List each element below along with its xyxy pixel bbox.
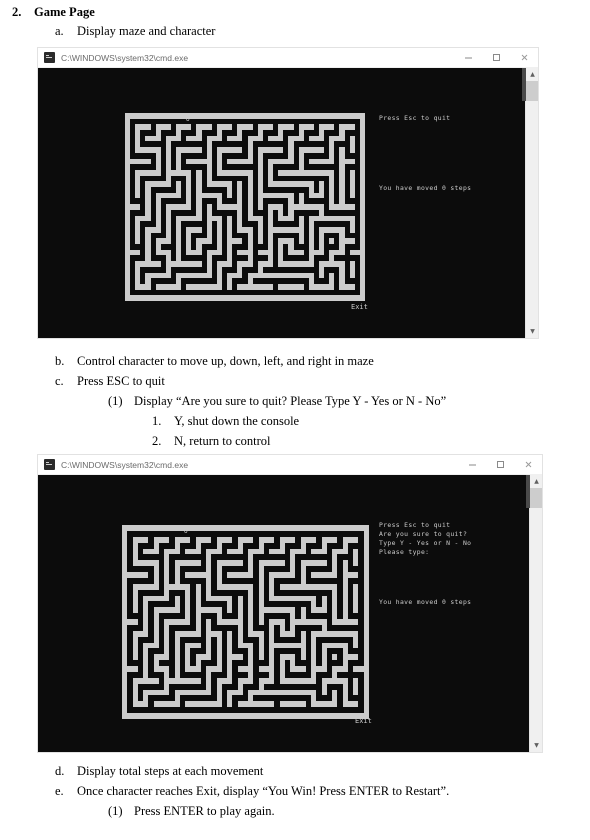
console-window-1[interactable]: C:\WINDOWS\system32\cmd.exe O Exit Press… (38, 48, 538, 338)
window-title: C:\WINDOWS\system32\cmd.exe (61, 52, 189, 63)
list-marker: d. (55, 764, 65, 778)
outline-text: Display maze and character (77, 24, 216, 38)
player-character-2: O (184, 528, 188, 535)
outline-item-display-quit-prompt: (1) Display “Are you sure to quit? Please… (0, 395, 446, 408)
exit-label-2: Exit (355, 717, 372, 725)
console-body-1: O Exit Press Esc to quit You have moved … (38, 68, 538, 338)
scroll-up-arrow[interactable]: ▲ (530, 475, 542, 488)
titlebar-1[interactable]: C:\WINDOWS\system32\cmd.exe (38, 48, 538, 68)
scroll-down-arrow[interactable]: ▼ (526, 325, 538, 338)
player-character-1: O (186, 116, 190, 123)
maze-grid-1 (125, 113, 365, 301)
titlebar-2[interactable]: C:\WINDOWS\system32\cmd.exe (38, 455, 542, 475)
outline-item-control-character: b. Control character to move up, down, le… (0, 355, 374, 368)
outline-text: N, return to control (174, 434, 271, 448)
list-marker: a. (55, 24, 64, 38)
outline-item-n-return: 2. N, return to control (0, 435, 271, 448)
outline-text: Display “Are you sure to quit? Please Ty… (134, 394, 447, 408)
list-marker: b. (55, 354, 65, 368)
maze-grid-2 (122, 525, 369, 719)
cmd-icon (44, 52, 55, 63)
window-controls-1 (454, 48, 538, 68)
list-marker: 2. (152, 434, 162, 448)
console-canvas-2: O Exit Press Esc to quit Are you sure to… (38, 475, 529, 752)
outline-text: Control character to move up, down, left… (77, 354, 374, 368)
window-controls-2 (458, 455, 542, 475)
cmd-icon (44, 459, 55, 470)
list-marker: c. (55, 374, 64, 388)
console-scrollbar-1[interactable]: ▲ ▼ (522, 68, 538, 338)
steps-counter-2: You have moved 0 steps (379, 598, 472, 606)
outline-text: Display total steps at each movement (77, 764, 264, 778)
exit-label-1: Exit (351, 303, 368, 311)
outline-text: Game Page (34, 5, 95, 19)
list-marker: (1) (108, 804, 123, 818)
outline-item-press-esc: c. Press ESC to quit (0, 375, 165, 388)
console-message-1: Press Esc to quit (379, 114, 451, 122)
list-marker: 2. (12, 5, 22, 19)
outline-item-game-page: 2. Game Page (0, 6, 95, 19)
outline-item-display-total-steps: d. Display total steps at each movement (0, 765, 263, 778)
scroll-up-arrow[interactable]: ▲ (526, 68, 538, 81)
console-body-2: O Exit Press Esc to quit Are you sure to… (38, 475, 542, 752)
console-canvas-1: O Exit Press Esc to quit You have moved … (38, 68, 525, 338)
minimize-button[interactable] (454, 48, 482, 68)
window-title: C:\WINDOWS\system32\cmd.exe (61, 459, 189, 470)
outline-text: Press ENTER to play again. (134, 804, 275, 818)
close-button[interactable] (510, 48, 538, 68)
console-message-2: Press Esc to quit Are you sure to quit? … (379, 521, 472, 556)
maximize-button[interactable] (486, 455, 514, 475)
steps-counter-1: You have moved 0 steps (379, 184, 472, 192)
outline-item-press-enter: (1) Press ENTER to play again. (0, 805, 275, 818)
console-window-2[interactable]: C:\WINDOWS\system32\cmd.exe O Exit Press… (38, 455, 542, 752)
list-marker: 1. (152, 414, 162, 428)
close-button[interactable] (514, 455, 542, 475)
scroll-down-arrow[interactable]: ▼ (530, 739, 542, 752)
outline-item-you-win: e. Once character reaches Exit, display “… (0, 785, 449, 798)
outline-text: Y, shut down the console (174, 414, 300, 428)
scrollbar-thumb[interactable] (530, 488, 542, 508)
list-marker: e. (55, 784, 64, 798)
console-scrollbar-2[interactable]: ▲ ▼ (526, 475, 542, 752)
minimize-button[interactable] (458, 455, 486, 475)
maximize-button[interactable] (482, 48, 510, 68)
outline-text: Once character reaches Exit, display “Yo… (77, 784, 450, 798)
list-marker: (1) (108, 394, 123, 408)
outline-item-display-maze: a. Display maze and character (0, 25, 215, 38)
outline-item-y-shutdown: 1. Y, shut down the console (0, 415, 299, 428)
scrollbar-thumb[interactable] (526, 81, 538, 101)
outline-text: Press ESC to quit (77, 374, 165, 388)
